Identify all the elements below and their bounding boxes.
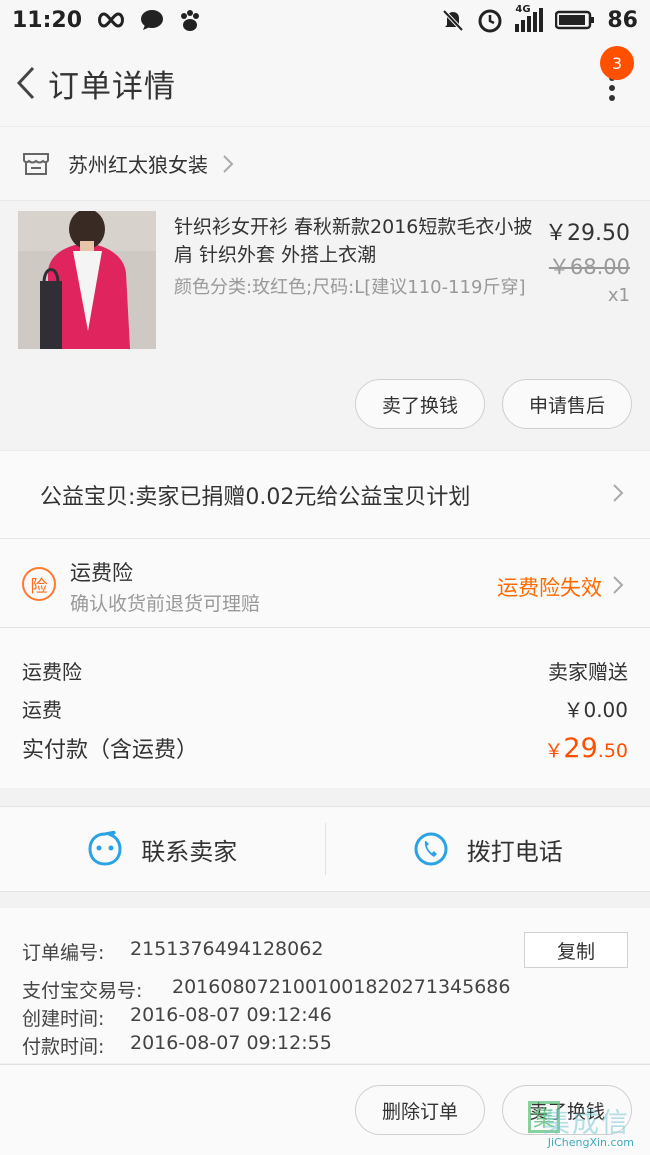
product-sku: 颜色分类:玫红色;尺码:L[建议110-119斤穿]: [174, 277, 526, 298]
signal-4g-icon: 4G: [515, 4, 544, 32]
notification-badge: 3: [600, 46, 634, 80]
insurance-icon: 险: [22, 567, 56, 601]
status-bar: 11:20 4G 86: [0, 0, 650, 40]
charity-row[interactable]: 公益宝贝:卖家已捐赠0.02元给公益宝贝计划: [0, 450, 650, 538]
paid-time-label: 付款时间:: [22, 1036, 105, 1058]
order-number: 2151376494128062: [130, 938, 324, 960]
shop-icon: [23, 152, 49, 175]
paw-icon: [181, 10, 200, 31]
created-time-label: 创建时间:: [22, 1008, 105, 1030]
contact-bar: 联系卖家 拨打电话: [0, 806, 650, 892]
delete-order-button[interactable]: 删除订单: [355, 1085, 485, 1135]
battery-icon: [555, 10, 595, 30]
order-info: 订单编号: 2151376494128062 复制 支付宝交易号: 201608…: [0, 908, 650, 1063]
status-time: 11:20: [12, 7, 83, 33]
paid-decimal: .50: [597, 739, 628, 762]
network-type: 4G: [515, 4, 531, 15]
fee-shipping-value: ￥0.00: [563, 698, 628, 722]
call-phone-label: 拨打电话: [466, 837, 563, 866]
chat-icon: [141, 10, 164, 30]
status-right-icons: 4G 86: [441, 4, 638, 33]
charity-text: 公益宝贝:卖家已捐赠0.02元给公益宝贝计划: [40, 484, 471, 510]
order-number-label: 订单编号:: [22, 942, 105, 964]
insurance-subtitle: 确认收货前退货可理赔: [70, 593, 261, 615]
fee-summary: 运费险 卖家赠送 运费 ￥0.00 实付款（含运费） ￥29.50: [0, 628, 650, 788]
fee-row-paid: 实付款（含运费） ￥29.50: [22, 732, 628, 764]
product-original-price: ￥68.00: [548, 255, 630, 279]
watermark: 集 集成信 JiChengXin.com: [528, 1099, 646, 1149]
shipping-insurance-row[interactable]: 险 运费险 确认收货前退货可理赔 运费险失效: [0, 538, 650, 628]
page-header: 订单详情 3: [0, 40, 650, 126]
paid-time: 2016-08-07 09:12:55: [130, 1032, 332, 1054]
paid-currency: ￥: [544, 739, 564, 762]
call-phone-button[interactable]: 拨打电话: [326, 807, 650, 891]
page-title: 订单详情: [48, 68, 176, 105]
alarm-icon: [478, 9, 502, 33]
phone-icon: [414, 832, 448, 866]
after-sales-button[interactable]: 申请售后: [502, 379, 632, 429]
chevron-left-icon: [16, 66, 35, 100]
sell-for-cash-button[interactable]: 卖了换钱: [355, 379, 485, 429]
chevron-right-icon: [613, 484, 624, 502]
fee-row-shipping: 运费 ￥0.00: [22, 694, 628, 723]
fee-insurance-label: 运费险: [22, 660, 82, 684]
watermark-text: JiChengXin.com: [547, 1136, 634, 1149]
mute-bell-icon: [442, 9, 464, 32]
product-thumbnail[interactable]: [18, 211, 156, 349]
insurance-status[interactable]: 运费险失效: [497, 572, 602, 602]
chevron-right-icon: [223, 154, 234, 173]
status-left-icons: [96, 8, 202, 32]
contact-seller-button[interactable]: 联系卖家: [0, 807, 325, 891]
chat-bubble-icon: [88, 831, 122, 866]
fee-insurance-value: 卖家赠送: [548, 660, 628, 684]
shop-name: 苏州红太狼女装: [68, 153, 208, 177]
paid-integer: 29: [563, 732, 598, 764]
paid-label: 实付款（含运费）: [22, 738, 199, 763]
order-item[interactable]: 针织衫女开衫 春秋新款2016短款毛衣小披肩 针织外套 外搭上衣潮 颜色分类:玫…: [0, 200, 650, 450]
watermark-chinese: 集成信: [543, 1108, 630, 1139]
insurance-title: 运费险: [70, 561, 133, 585]
chevron-right-icon: [613, 576, 624, 594]
fee-shipping-label: 运费: [22, 698, 62, 722]
product-image: [18, 211, 156, 349]
alipay-number: 2016080721001001820271345686: [172, 976, 511, 998]
back-button[interactable]: [4, 61, 48, 105]
fee-row-insurance: 运费险 卖家赠送: [22, 656, 628, 685]
product-price: ￥29.50: [545, 221, 630, 246]
product-title[interactable]: 针织衫女开衫 春秋新款2016短款毛衣小披肩 针织外套 外搭上衣潮: [174, 213, 534, 269]
bottom-action-bar: 删除订单 卖了换钱 集 集成信 JiChengXin.com: [0, 1064, 650, 1155]
infinity-icon: [98, 12, 125, 28]
copy-order-button[interactable]: 复制: [524, 932, 628, 968]
battery-level: 86: [607, 7, 638, 33]
contact-seller-label: 联系卖家: [141, 837, 238, 866]
paid-amount: ￥29.50: [544, 733, 628, 764]
shop-row[interactable]: 苏州红太狼女装: [0, 126, 650, 200]
product-quantity: x1: [607, 285, 630, 306]
alipay-number-label: 支付宝交易号:: [22, 980, 143, 1002]
created-time: 2016-08-07 09:12:46: [130, 1004, 332, 1026]
